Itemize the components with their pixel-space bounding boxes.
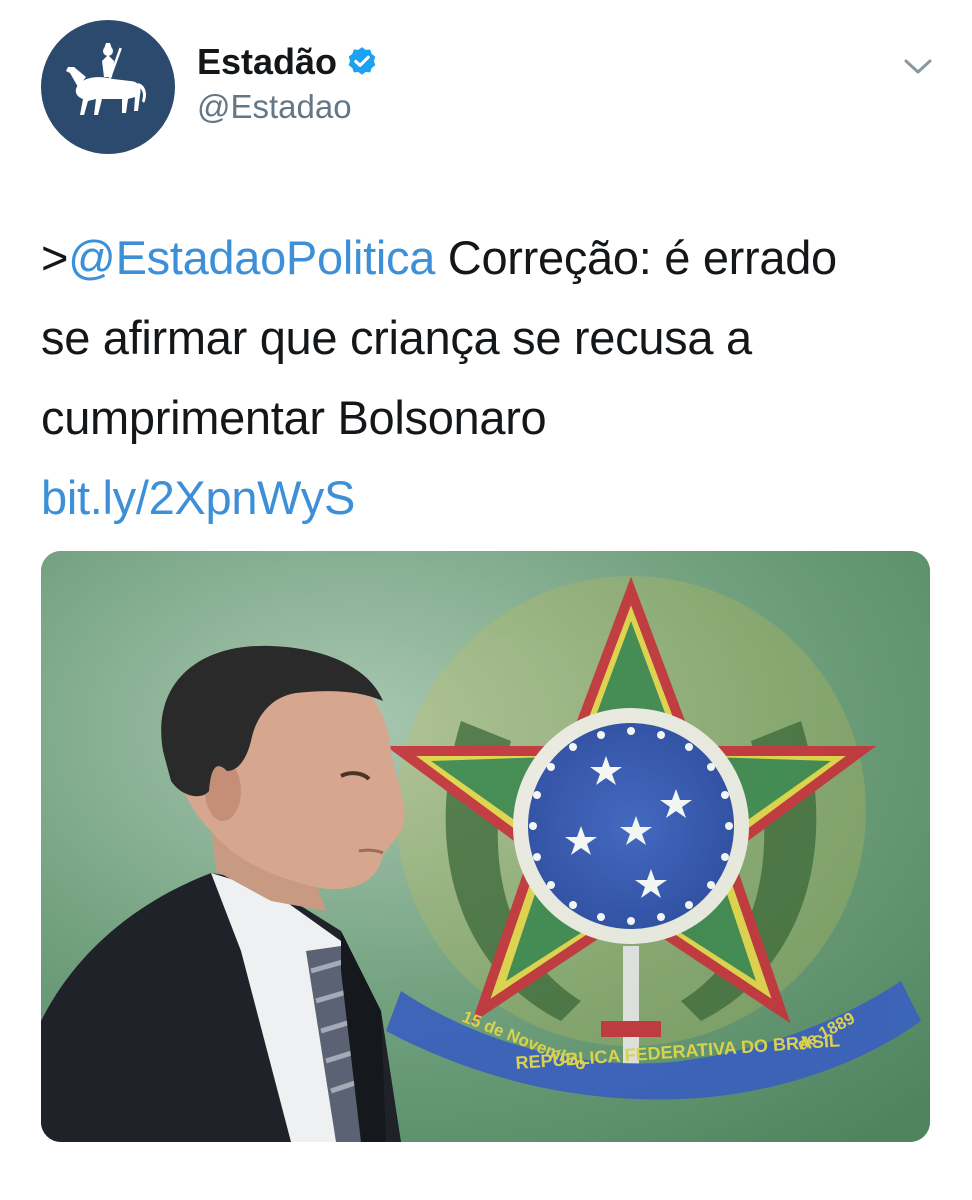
- tweet-line-3: cumprimentar Bolsonaro: [41, 391, 547, 444]
- tweet-prefix: >: [41, 231, 69, 284]
- author-display-name[interactable]: Estadão: [197, 42, 337, 82]
- horseman-logo-icon: [66, 43, 146, 115]
- tweet-text: >@EstadaoPolitica Correção: é errado se …: [41, 218, 941, 538]
- tweet-line-2: se afirmar que criança se recusa a: [41, 311, 752, 364]
- verified-badge-icon: [348, 47, 376, 75]
- tweet-line-1: >@EstadaoPolitica Correção: é errado: [41, 218, 941, 298]
- chevron-down-icon[interactable]: [903, 55, 933, 79]
- tweet-media-image[interactable]: 15 de Novembro REPÚBLICA FEDERATIVA DO B…: [41, 551, 930, 1142]
- tweet-header: Estadão @Estadao: [0, 0, 972, 170]
- author-handle[interactable]: @Estadao: [197, 87, 379, 127]
- avatar[interactable]: [41, 20, 175, 154]
- tweet-url-link[interactable]: bit.ly/2XpnWyS: [41, 471, 355, 524]
- tweet-line-1-text: Correção: é errado: [435, 231, 837, 284]
- mention-link[interactable]: @EstadaoPolitica: [68, 231, 435, 284]
